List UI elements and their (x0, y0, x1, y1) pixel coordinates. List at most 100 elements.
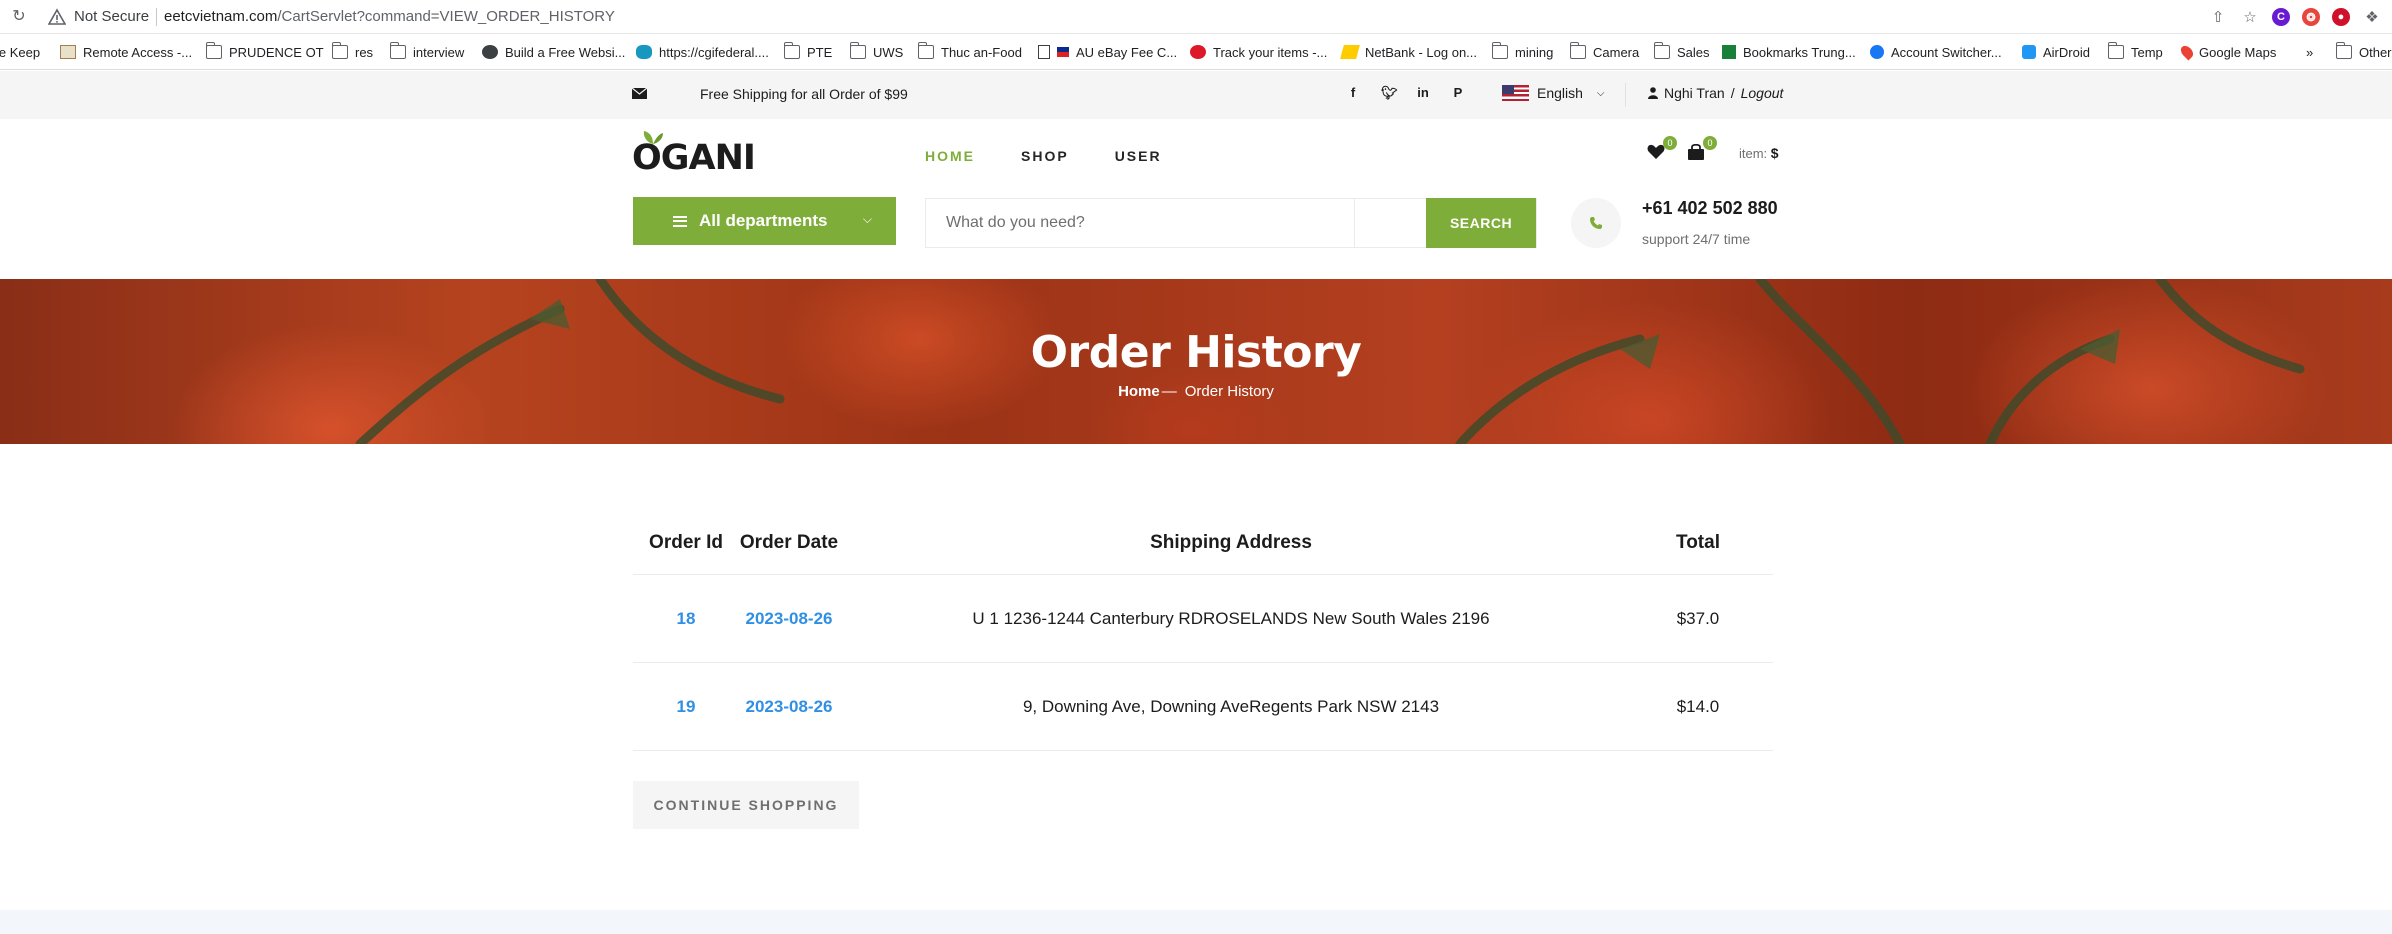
heart-icon (1647, 144, 1665, 159)
folder-icon (917, 42, 934, 59)
shipping-address: U 1 1236-1244 Canterbury RDROSELANDS New… (972, 608, 1490, 628)
folder-icon (1569, 42, 1586, 59)
folder-icon (205, 42, 222, 59)
nav-user[interactable]: USER (1115, 148, 1162, 164)
wishlist-count-badge: 0 (1663, 136, 1677, 150)
folder-icon (2107, 42, 2124, 59)
bookmark-item[interactable]: Build a Free Websi... (482, 43, 625, 61)
bookmark-item[interactable]: https://cgifederal.... (636, 43, 769, 61)
shipping-address: 9, Downing Ave, Downing AveRegents Park … (1022, 696, 1440, 716)
topbar-divider (1625, 83, 1626, 107)
phone-icon-circle (1571, 198, 1621, 248)
leaf-icon (643, 131, 663, 144)
breadcrumb: Home — Order History (0, 383, 2392, 400)
bookmarks-overflow[interactable]: » (2306, 43, 2313, 61)
reload-icon[interactable]: ↻ (10, 8, 28, 26)
mail-icon[interactable] (632, 88, 647, 99)
not-secure-label[interactable]: Not Secure (74, 8, 149, 25)
warning-icon[interactable] (48, 8, 66, 26)
bookmark-folder[interactable]: UWS (849, 42, 903, 61)
bookmark-folder[interactable]: Temp (2107, 42, 2163, 61)
bookmarks-bar: le Keep Remote Access -... PRUDENCE OT r… (0, 34, 2392, 70)
pinterest-icon[interactable]: P (1451, 85, 1465, 101)
australia-flag-icon (1057, 47, 1069, 57)
page-banner: Order History Home — Order History (0, 279, 2392, 444)
wishlist-button[interactable]: 0 (1647, 136, 1677, 162)
all-departments-button[interactable]: All departments ⌵ (633, 197, 896, 245)
chevron-down-icon: ⌵ (1596, 87, 1605, 99)
bookmark-item[interactable]: le Keep (0, 43, 40, 61)
linkedin-icon[interactable]: in (1416, 85, 1430, 101)
page-title: Order History (1030, 327, 1362, 378)
order-id-link[interactable]: 18 (633, 609, 739, 629)
nav-home[interactable]: HOME (925, 148, 975, 164)
user-name[interactable]: Nghi Tran (1664, 85, 1725, 101)
globe-icon (482, 45, 498, 59)
bookmark-folder[interactable]: Sales (1653, 42, 1710, 61)
order-date-link[interactable]: 2023-08-26 (739, 697, 839, 717)
item-price: $ (1770, 145, 1779, 161)
extension-c-icon[interactable]: C (2272, 8, 2290, 26)
nav-shop[interactable]: SHOP (1021, 148, 1069, 164)
commbank-icon (1340, 45, 1360, 59)
folder-icon (1653, 42, 1670, 59)
bookmark-item[interactable]: Bookmarks Trung... (1722, 43, 1856, 61)
folder-icon (2335, 42, 2352, 59)
header-shipping-address: Shipping Address (1150, 531, 1312, 553)
bookmark-folder[interactable]: PRUDENCE OT (205, 42, 324, 61)
twitter-icon[interactable]: 🐦︎ (1381, 85, 1398, 101)
address-divider (156, 8, 157, 26)
bookmark-item[interactable]: Account Switcher... (1870, 43, 2002, 61)
main-nav: HOME SHOP USER (925, 148, 1162, 164)
bookmark-folder[interactable]: Other (2335, 42, 2392, 61)
bookmark-folder[interactable]: interview (389, 42, 464, 61)
cart-button[interactable]: 0 (1687, 136, 1717, 162)
cart-total: item: $ (1739, 145, 1779, 161)
bookmark-item[interactable]: AU eBay Fee C... (1038, 43, 1177, 61)
airdroid-icon (2022, 45, 2036, 59)
table-row: 18 2023-08-26 U 1 1236-1244 Canterbury R… (633, 575, 1773, 663)
bookmark-folder[interactable]: Thuc an-Food (917, 42, 1022, 61)
folder-icon (1491, 42, 1508, 59)
extension-red-shield-icon[interactable]: ● (2332, 8, 2350, 26)
bookmark-item[interactable]: Google Maps (2178, 43, 2276, 61)
bookmark-folder[interactable]: res (331, 42, 373, 61)
order-id-link[interactable]: 19 (633, 697, 739, 717)
remote-access-icon (60, 45, 76, 59)
bookmark-folder[interactable]: PTE (783, 42, 832, 61)
order-total: $14.0 (1676, 696, 1720, 716)
continue-shopping-button[interactable]: CONTINUE SHOPPING (633, 781, 859, 829)
bookmark-item[interactable]: Track your items -... (1190, 43, 1327, 61)
support-text: support 24/7 time (1642, 231, 1751, 247)
site-topbar: Free Shipping for all Order of $99 f 🐦︎ … (0, 71, 2392, 119)
language-selector[interactable]: English ⌵ (1502, 85, 1605, 101)
order-total: $37.0 (1676, 608, 1720, 628)
star-icon[interactable]: ☆ (2240, 7, 2260, 27)
bookmark-item[interactable]: Remote Access -... (60, 43, 192, 61)
bookmark-item[interactable]: AirDroid (2022, 43, 2090, 61)
facebook-icon[interactable]: f (1346, 85, 1360, 101)
bookmark-folder[interactable]: Camera (1569, 42, 1639, 61)
extension-red-swirl-icon[interactable]: ❂ (2302, 8, 2320, 26)
order-history-table: Order Id Order Date Shipping Address Tot… (633, 511, 1773, 751)
auspost-icon (1190, 45, 1206, 59)
url-field[interactable]: eetcvietnam.com/CartServlet?command=VIEW… (164, 8, 615, 25)
google-maps-pin-icon (2178, 43, 2196, 61)
cart-count-badge: 0 (1703, 136, 1717, 150)
salesforce-cloud-icon (636, 45, 652, 59)
header-icons: 0 0 item: $ (1647, 136, 1779, 162)
folder-icon (331, 42, 348, 59)
breadcrumb-home[interactable]: Home (1118, 383, 1160, 400)
extensions-puzzle-icon[interactable]: ❖ (2362, 7, 2382, 27)
logout-link[interactable]: Logout (1741, 85, 1784, 101)
search-form: SEARCH (925, 198, 1537, 248)
search-input[interactable] (926, 199, 1354, 247)
phone-number: +61 402 502 880 (1642, 198, 1778, 218)
share-icon[interactable]: ⇧ (2208, 7, 2228, 27)
search-button[interactable]: SEARCH (1426, 198, 1536, 248)
site-logo[interactable]: OGANI (632, 131, 756, 178)
order-date-link[interactable]: 2023-08-26 (739, 609, 839, 629)
bookmark-item[interactable]: NetBank - Log on... (1340, 43, 1477, 61)
breadcrumb-current: Order History (1184, 383, 1274, 400)
bookmark-folder[interactable]: mining (1491, 42, 1553, 61)
